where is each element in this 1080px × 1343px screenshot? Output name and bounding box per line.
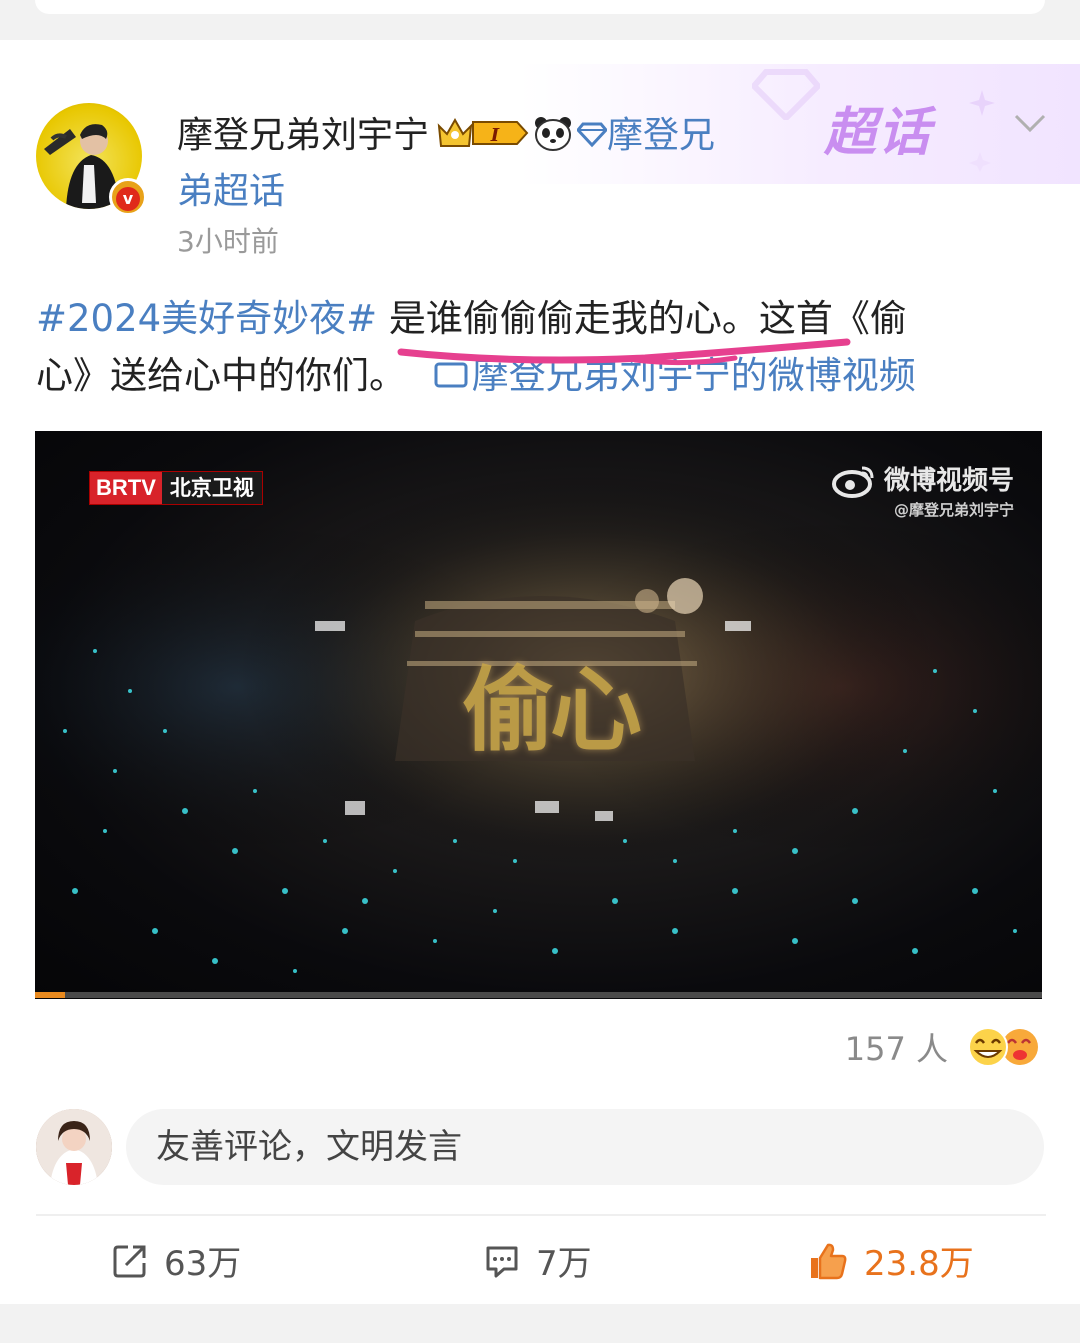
next-card-separator bbox=[0, 1304, 1080, 1343]
share-icon bbox=[113, 1245, 146, 1277]
song-title-overlay: 偷心 bbox=[461, 657, 642, 764]
repost-button[interactable]: 63万 bbox=[112, 1236, 241, 1285]
brtv-channel-logo: BRTV 北京卫视 bbox=[89, 471, 263, 505]
supertopic-link[interactable]: 摩登兄 bbox=[607, 115, 715, 156]
video-link[interactable]: 摩登兄弟刘宇宁的微博视频 bbox=[418, 354, 916, 397]
current-user-avatar[interactable] bbox=[36, 1109, 112, 1185]
chaohua-diamond-icon bbox=[577, 122, 608, 148]
supertopic-link-continued[interactable]: 弟超话 bbox=[177, 164, 285, 220]
actions-divider bbox=[36, 1214, 1046, 1216]
post-text: #2024美好奇妙夜# 是谁偷偷偷走我的心。这首《偷 心》送给心中的你们。 摩登… bbox=[36, 290, 1046, 404]
vip-level-text: I bbox=[490, 125, 500, 146]
repost-count: 63万 bbox=[164, 1244, 242, 1284]
video-progress-fill bbox=[35, 992, 66, 998]
comment-icon bbox=[486, 1246, 518, 1277]
thumbs-up-icon bbox=[811, 1243, 847, 1279]
like-button[interactable]: 23.8万 bbox=[808, 1236, 974, 1285]
brtv-logo-cn: 北京卫视 bbox=[161, 472, 262, 504]
video-player[interactable]: BRTV 北京卫视 微博视频号 @摩登兄弟刘宇宁 偷心 bbox=[35, 431, 1042, 999]
video-progress-bar[interactable] bbox=[35, 992, 1042, 998]
chaohua-logo: 超话 bbox=[824, 103, 933, 163]
chevron-down-icon[interactable] bbox=[1012, 112, 1048, 136]
like-count: 23.8万 bbox=[864, 1244, 974, 1284]
watermark-handle: @摩登兄弟刘宇宁 bbox=[893, 501, 1014, 519]
comment-count: 7万 bbox=[536, 1244, 592, 1284]
action-bar: 63万 7万 23.8万 bbox=[0, 1224, 1080, 1294]
panda-icon bbox=[535, 117, 572, 151]
reactions-summary[interactable]: 157 人 bbox=[845, 1024, 1042, 1070]
watermark-title: 微博视频号 bbox=[883, 466, 1014, 496]
post-time: 3小时前 bbox=[177, 225, 279, 258]
author-name-line: 摩登兄弟刘宇宁 I 摩登兄 bbox=[177, 108, 777, 164]
author-name[interactable]: 摩登兄弟刘宇宁 bbox=[177, 115, 429, 156]
post-text-line1: 是谁偷偷偷走我的心。这首《偷 bbox=[377, 297, 907, 340]
weibo-logo-icon bbox=[831, 466, 874, 498]
sparkle-decoration-icon bbox=[969, 90, 995, 172]
weibo-video-watermark: 微博视频号 @摩登兄弟刘宇宁 bbox=[831, 463, 1014, 521]
video-link-icon bbox=[434, 362, 468, 388]
comment-input[interactable]: 友善评论，文明发言 bbox=[126, 1109, 1044, 1185]
previous-card-bottom bbox=[0, 0, 1080, 40]
verified-badge-icon: v bbox=[109, 178, 147, 216]
weibo-post-card: v 摩登兄弟刘宇宁 I 摩登兄 弟超话 3小时前 超话 #2024美好奇妙夜# … bbox=[0, 64, 1080, 1304]
comment-button[interactable]: 7万 bbox=[484, 1236, 592, 1285]
reactions-count: 157 人 bbox=[844, 1030, 948, 1068]
comment-composer: 友善评论，文明发言 bbox=[36, 1109, 1046, 1187]
hashtag-link[interactable]: #2024美好奇妙夜# bbox=[36, 297, 377, 340]
post-text-line2: 心》送给心中的你们。 bbox=[36, 354, 406, 397]
laughing-emoji-icon bbox=[968, 1027, 1038, 1067]
vip-crown-badge-icon: I bbox=[437, 117, 529, 147]
brtv-logo-en: BRTV bbox=[90, 472, 162, 504]
video-link-text: 摩登兄弟刘宇宁的微博视频 bbox=[471, 354, 916, 397]
